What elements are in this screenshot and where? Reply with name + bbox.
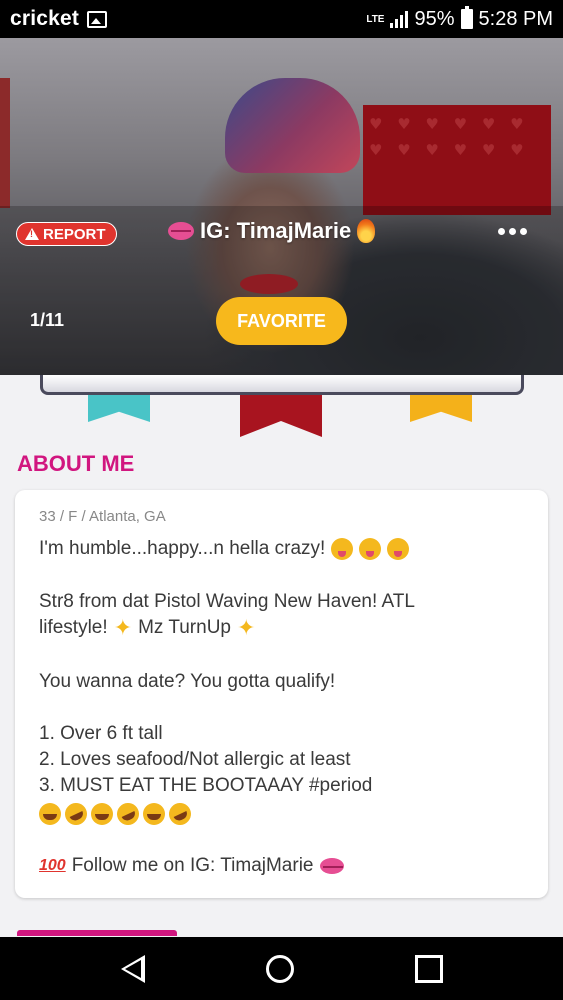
photo-background-detail xyxy=(0,78,10,208)
bio-line: lifestyle! ✦ Mz TurnUp ✦ xyxy=(39,617,255,639)
tongue-emoji-icon xyxy=(331,538,354,560)
photo-tray xyxy=(40,375,524,395)
profile-name: IG: TimajMarie xyxy=(200,218,352,243)
bio-text: lifestyle! xyxy=(39,617,108,638)
hundred-points-icon: 100 xyxy=(39,857,66,874)
image-icon xyxy=(87,10,108,28)
about-me-card: 33 / F / Atlanta, GA I'm humble...happy.… xyxy=(15,490,548,898)
bio-line: 100 Follow me on IG: TimajMarie xyxy=(39,855,344,877)
status-bar: cricket LTE 95% 5:28 PM xyxy=(0,0,563,38)
fire-icon xyxy=(357,219,376,243)
photo-headscarf xyxy=(225,78,360,173)
about-me-heading: ABOUT ME xyxy=(17,451,135,476)
more-dots-icon[interactable] xyxy=(498,228,527,235)
tongue-emoji-icon xyxy=(387,538,410,560)
battery-percent: 95% xyxy=(414,7,455,30)
bio-line: You wanna date? You gotta qualify! xyxy=(39,671,335,693)
rofl-icon xyxy=(61,799,91,829)
demographics: 33 / F / Atlanta, GA xyxy=(39,508,166,525)
bio-text: 3. MUST EAT THE BOOTAAAY #period xyxy=(39,775,373,796)
bio-line: I'm humble...happy...n hella crazy! xyxy=(39,538,410,560)
photo-counter: 1/11 xyxy=(30,310,65,330)
status-right: LTE 95% 5:28 PM xyxy=(366,6,553,31)
sparkles-icon: ✦ xyxy=(113,615,133,640)
bio-text: You wanna date? You gotta qualify! xyxy=(39,671,336,692)
bio-text: 2. Loves seafood/Not allergic at least xyxy=(39,749,351,770)
bio-text: Str8 from dat Pistol Waving New Haven! A… xyxy=(39,591,415,612)
report-label: REPORT xyxy=(43,225,106,243)
sparkles-icon: ✦ xyxy=(237,615,256,640)
ribbon-red[interactable] xyxy=(240,395,322,437)
bio-line: 3. MUST EAT THE BOOTAAAY #period xyxy=(39,775,372,797)
tears-of-joy-icon xyxy=(91,803,113,825)
network-type: LTE xyxy=(366,13,385,25)
clock: 5:28 PM xyxy=(478,7,553,30)
profile-title: IG: TimajMarie xyxy=(168,218,376,244)
ribbon-teal[interactable] xyxy=(88,395,150,422)
bio-line: 1. Over 6 ft tall xyxy=(39,723,163,745)
bio-line: 2. Loves seafood/Not allergic at least xyxy=(39,749,351,771)
bio-text: 1. Over 6 ft tall xyxy=(39,723,163,744)
bio-line: Str8 from dat Pistol Waving New Haven! A… xyxy=(39,591,415,613)
tears-of-joy-icon xyxy=(143,803,165,825)
kiss-mark-icon xyxy=(168,222,194,240)
bio-text: I'm humble...happy...n hella crazy! xyxy=(39,538,326,559)
recent-apps-icon[interactable] xyxy=(414,954,443,983)
home-icon[interactable] xyxy=(265,954,294,983)
kiss-mark-icon xyxy=(319,858,344,874)
bio-text: Follow me on IG: TimajMarie xyxy=(71,855,314,876)
back-icon[interactable] xyxy=(120,954,145,983)
bio-text: Mz TurnUp xyxy=(138,617,231,638)
battery-icon xyxy=(460,6,473,29)
rofl-icon xyxy=(113,799,143,829)
emoji-row xyxy=(39,799,195,829)
tongue-emoji-icon xyxy=(359,538,382,560)
signal-icon xyxy=(390,10,409,28)
report-button[interactable]: REPORT xyxy=(16,222,117,246)
tears-of-joy-icon xyxy=(39,803,61,825)
rofl-icon xyxy=(165,799,195,829)
ribbon-yellow[interactable] xyxy=(410,395,472,422)
photo-red-box xyxy=(363,105,551,215)
next-section-heading xyxy=(17,930,177,936)
navigation-bar xyxy=(0,937,563,1000)
warning-icon xyxy=(25,228,39,240)
favorite-button[interactable]: FAVORITE xyxy=(216,297,347,345)
carrier-name: cricket xyxy=(10,7,80,30)
